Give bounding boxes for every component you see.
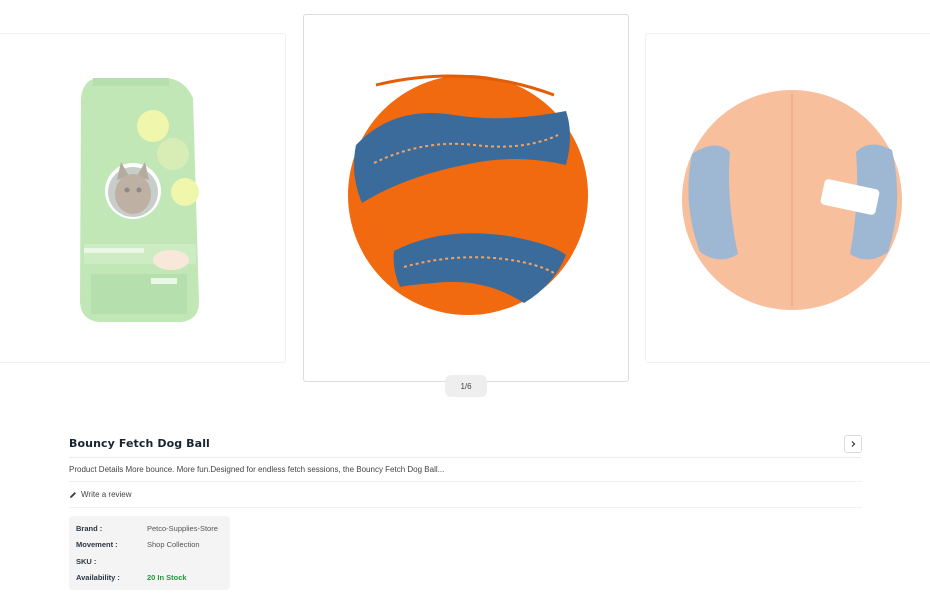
spec-label-brand: Brand :	[76, 523, 103, 533]
spec-row-sku: SKU :	[76, 553, 223, 570]
product-info: Bouncy Fetch Dog Ball Product Details Mo…	[69, 430, 862, 590]
spec-label-movement: Movement :	[76, 540, 118, 550]
write-review-label[interactable]: Write a review	[81, 490, 132, 499]
product-description-text: Product Details More bounce. More fun.De…	[69, 465, 445, 474]
chevron-right-icon	[851, 440, 856, 447]
product-description: Product Details More bounce. More fun.De…	[69, 458, 862, 482]
carousel-pager: 1/6	[445, 375, 487, 397]
orange-fetch-ball-image	[348, 74, 588, 315]
spec-label-sku: SKU :	[76, 556, 97, 566]
spec-value-movement: Shop Collection	[147, 540, 200, 550]
carousel-slide-next[interactable]	[645, 33, 930, 363]
orange-fetch-ball-alt-image	[682, 90, 902, 310]
carousel-slide-prev[interactable]	[0, 33, 286, 363]
product-specs-table: Brand : Petco-Supplies-Store Movement : …	[69, 516, 230, 590]
product-title-row: Bouncy Fetch Dog Ball	[69, 430, 862, 458]
spec-row-brand: Brand : Petco-Supplies-Store	[76, 520, 223, 537]
pencil-icon	[70, 491, 76, 498]
product-image-carousel[interactable]: 1/6	[0, 0, 930, 405]
spec-row-availability: Availability : 20 In Stock	[76, 570, 223, 587]
next-product-button[interactable]	[844, 434, 862, 453]
write-review-link[interactable]: Write a review	[69, 482, 862, 508]
spec-value-brand: Petco-Supplies-Store	[147, 523, 218, 533]
spec-label-availability: Availability :	[76, 573, 120, 583]
spec-row-movement: Movement : Shop Collection	[76, 537, 223, 554]
cat-food-bag-image	[80, 78, 199, 322]
spec-value-availability: 20 In Stock	[147, 573, 187, 583]
carousel-slide-current[interactable]	[303, 14, 629, 382]
product-title: Bouncy Fetch Dog Ball	[69, 437, 210, 450]
